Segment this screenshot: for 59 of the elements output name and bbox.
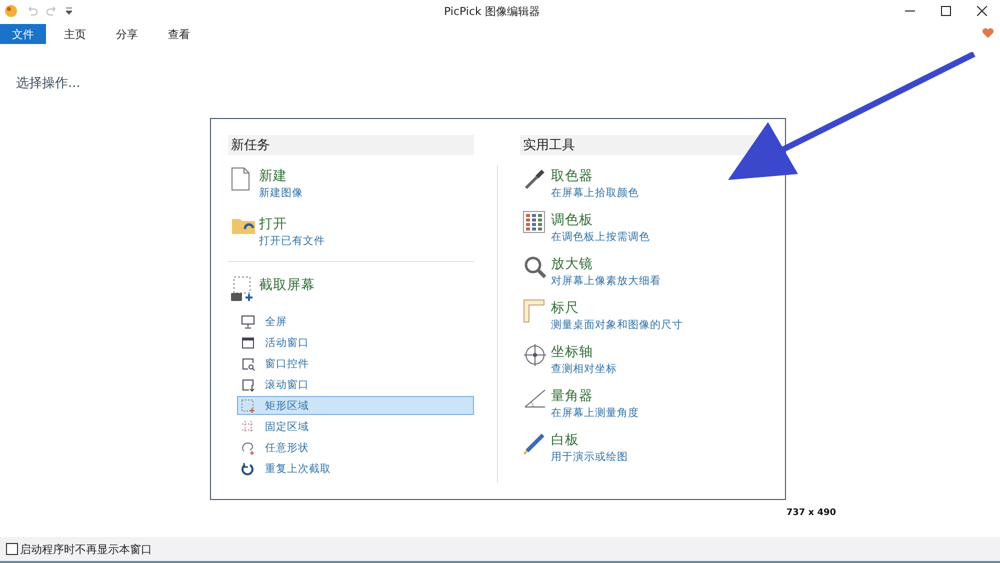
search-icon bbox=[523, 255, 547, 279]
pen-icon bbox=[523, 431, 547, 455]
task-description: 打开已有文件 bbox=[259, 234, 325, 249]
lasso-icon bbox=[241, 440, 255, 454]
capture-option[interactable]: 重复上次截取 bbox=[237, 459, 474, 478]
tool-description: 在屏幕上拾取颜色 bbox=[551, 186, 639, 201]
checkbox-label: 启动程序时不再显示本窗口 bbox=[20, 542, 152, 556]
maximize-icon[interactable] bbox=[941, 6, 951, 16]
document-icon bbox=[231, 167, 250, 191]
menu-tab[interactable]: 文件 bbox=[0, 24, 46, 44]
menu-tab[interactable]: 主页 bbox=[52, 24, 98, 44]
tool-link[interactable]: 放大镜 bbox=[551, 255, 661, 273]
checkbox[interactable] bbox=[6, 543, 18, 555]
tool-link[interactable]: 量角器 bbox=[551, 387, 639, 405]
task-link[interactable]: 打开 bbox=[259, 215, 325, 233]
capture-option[interactable]: 全屏 bbox=[237, 312, 474, 331]
app-logo-icon[interactable] bbox=[4, 4, 18, 18]
selection-icon bbox=[241, 398, 255, 412]
capture-option[interactable]: 活动窗口 bbox=[237, 333, 474, 352]
capture-option[interactable]: 窗口控件 bbox=[237, 354, 474, 373]
close-icon[interactable] bbox=[977, 6, 987, 16]
tool-link[interactable]: 取色器 bbox=[551, 167, 639, 185]
tool-link[interactable]: 调色板 bbox=[551, 211, 650, 229]
window-icon bbox=[241, 336, 255, 350]
tool-description: 用于演示或绘图 bbox=[551, 450, 628, 465]
monitor-icon bbox=[241, 314, 255, 328]
crosshair-icon bbox=[523, 343, 547, 367]
window-title: PicPick 图像编辑器 bbox=[444, 4, 541, 18]
tool-description: 在调色板上按需调色 bbox=[551, 230, 650, 245]
tool-description: 在屏幕上测量角度 bbox=[551, 406, 639, 421]
menu-tab[interactable]: 分享 bbox=[104, 24, 150, 44]
tool-link[interactable]: 坐标轴 bbox=[551, 343, 617, 361]
grid-selection-icon bbox=[241, 420, 255, 434]
capture-option[interactable]: 滚动窗口 bbox=[237, 375, 474, 394]
capture-option[interactable]: 固定区域 bbox=[237, 417, 474, 436]
eyedropper-icon bbox=[523, 167, 547, 191]
task-link[interactable]: 截取屏幕 bbox=[259, 276, 315, 294]
capture-option[interactable]: 矩形区域 bbox=[237, 396, 474, 415]
tool-link[interactable]: 标尺 bbox=[551, 299, 683, 317]
window-search-icon bbox=[241, 356, 255, 370]
menu-tab[interactable]: 查看 bbox=[156, 24, 202, 44]
grid-icon bbox=[523, 211, 545, 233]
repeat-icon bbox=[241, 462, 255, 476]
task-description: 新建图像 bbox=[259, 186, 303, 201]
heart-icon[interactable] bbox=[982, 28, 994, 39]
angle-icon bbox=[523, 387, 547, 409]
section-header: 新任务 bbox=[228, 135, 474, 155]
task-link[interactable]: 新建 bbox=[259, 167, 303, 185]
tool-description: 对屏幕上像素放大细看 bbox=[551, 274, 661, 289]
screenshot-icon bbox=[231, 276, 255, 302]
ruler-icon bbox=[523, 299, 545, 323]
tool-description: 测量桌面对象和图像的尺寸 bbox=[551, 318, 683, 333]
dropdown-icon[interactable] bbox=[66, 7, 72, 15]
capture-option[interactable]: 任意形状 bbox=[237, 438, 474, 457]
window-arrow-icon bbox=[241, 378, 255, 392]
prompt-text: 选择操作... bbox=[16, 75, 82, 92]
tool-link[interactable]: 白板 bbox=[551, 431, 628, 449]
size-label: 737 x 490 bbox=[786, 508, 836, 518]
tool-description: 查测相对坐标 bbox=[551, 362, 617, 377]
